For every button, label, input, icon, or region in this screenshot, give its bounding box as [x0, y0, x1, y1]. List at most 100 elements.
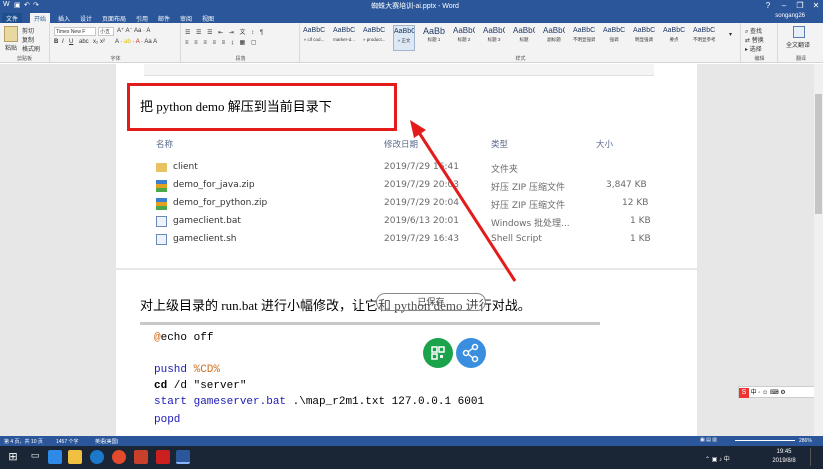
paragraph-label: 段落	[235, 56, 246, 62]
language-status[interactable]: 英语(美国)	[95, 438, 118, 445]
tray-icons[interactable]: ⌃ ▣ ♪ 中	[705, 454, 730, 463]
bold-button[interactable]: B	[54, 39, 58, 45]
clock-date[interactable]: 2019/8/8	[762, 458, 806, 464]
font-size-controls[interactable]: A⁺ A⁻ Aa · A	[117, 27, 150, 34]
style-item-selected[interactable]: AaBbCcI » 正文	[393, 25, 415, 51]
full-translate-button[interactable]: 全文翻译	[786, 40, 810, 49]
start-button[interactable]: ⊞	[6, 450, 20, 464]
style-name: marker-d...	[333, 37, 355, 42]
style-item[interactable]: AaBbC 标题 3	[483, 25, 505, 51]
user-account[interactable]: songang26	[775, 13, 805, 19]
zoom-slider[interactable]	[735, 440, 795, 441]
list-buttons[interactable]: ☰ ☰ ☰ ⇤ ⇥ 文 ↕ ¶	[185, 27, 265, 36]
undo-icon[interactable]: ↶	[24, 1, 30, 9]
style-item[interactable]: AaBbCcI 强调	[603, 25, 625, 51]
select-button[interactable]: ▸ 选择	[745, 44, 762, 53]
chrome-icon[interactable]	[112, 450, 126, 464]
style-item[interactable]: AaBbCcI 要点	[663, 25, 685, 51]
tab-home[interactable]: 开始	[30, 13, 51, 23]
style-item[interactable]: AaBbCcI 不明显参考	[693, 25, 715, 51]
style-preview: AaBbCcI	[573, 27, 595, 34]
restore-button[interactable]: ❐	[792, 0, 808, 12]
scrollbar-thumb[interactable]	[815, 94, 822, 214]
tab-view[interactable]: 视图	[198, 13, 218, 23]
style-item[interactable]: AaBbCcDc » product...	[363, 25, 385, 51]
translate-label: 翻译	[795, 56, 806, 62]
strikethrough-button[interactable]: abc	[79, 39, 89, 45]
word-count[interactable]: 1457 个字	[56, 438, 79, 445]
app-icon[interactable]	[156, 450, 170, 464]
ime-mode-icons: 中 ◦ ☺ ⌨ ⚙	[750, 390, 786, 396]
style-preview: AaBbCcI	[603, 27, 625, 34]
translate-icon[interactable]	[793, 26, 805, 38]
style-item[interactable]: AaBbCcI 明显强调	[633, 25, 655, 51]
underline-button[interactable]: U	[69, 39, 73, 45]
qr-code-button[interactable]	[423, 338, 453, 368]
style-preview: AaBbCcI	[633, 27, 655, 34]
file-explorer-icon[interactable]	[68, 450, 82, 464]
style-name: 标题 2	[457, 37, 471, 42]
style-name: 标题 3	[487, 37, 501, 42]
paragraph-group: ☰ ☰ ☰ ⇤ ⇥ 文 ↕ ¶ ≡ ≡ ≡ ≡ ≡ ↨ ▦ ▢ 段落	[182, 23, 300, 63]
cut-button[interactable]: 剪切	[22, 26, 34, 35]
format-painter-button[interactable]: 格式刷	[22, 44, 40, 53]
browser-icon[interactable]	[90, 450, 104, 464]
powerpoint-icon[interactable]	[134, 450, 148, 464]
style-preview: AaBbC	[453, 26, 475, 35]
minimize-button[interactable]: –	[776, 0, 792, 12]
align-buttons[interactable]: ≡ ≡ ≡ ≡ ≡ ↨ ▦ ▢	[185, 39, 259, 46]
style-item[interactable]: AaBb 标题 1	[423, 25, 445, 51]
zoom-level[interactable]: 286%	[799, 438, 812, 444]
tab-mailings[interactable]: 邮件	[154, 13, 174, 23]
style-preview: AaBbCcDc	[303, 27, 325, 34]
edge-icon[interactable]	[48, 450, 62, 464]
style-item[interactable]: AaBbC 标题	[513, 25, 535, 51]
style-name: » product...	[363, 37, 385, 42]
font-name-select[interactable]: Times New F	[54, 27, 96, 36]
copy-button[interactable]: 复制	[22, 35, 34, 44]
close-button[interactable]: ✕	[808, 0, 823, 12]
style-item[interactable]: AaBbCcDc » cif cod...	[303, 25, 325, 51]
style-name: 要点	[669, 37, 679, 42]
style-item[interactable]: AaBbCcDc marker-d...	[333, 25, 355, 51]
tab-layout[interactable]: 页面布局	[98, 13, 130, 23]
styles-more-icon[interactable]: ▾	[729, 31, 732, 38]
tab-file[interactable]: 文件	[2, 13, 23, 23]
clock-time[interactable]: 19:45	[762, 449, 806, 455]
share-icon	[462, 343, 479, 363]
tab-insert[interactable]: 插入	[54, 13, 74, 23]
style-preview: AaBbC	[513, 26, 535, 35]
view-buttons[interactable]: ▣ ▤ ▥	[700, 437, 717, 443]
notification-icon[interactable]	[810, 448, 820, 466]
page-count[interactable]: 第 4 页，共 10 页	[4, 438, 43, 445]
style-name: 不明显参考	[693, 37, 715, 42]
replace-button[interactable]: ⇄ 替换	[745, 35, 764, 44]
styles-label: 样式	[515, 56, 526, 62]
word-taskbar-icon[interactable]	[176, 450, 190, 464]
style-name: » 正文	[397, 38, 411, 43]
paste-button[interactable]: 粘贴	[5, 43, 17, 52]
tab-references[interactable]: 引用	[132, 13, 152, 23]
task-view-icon[interactable]: ▭	[28, 450, 42, 464]
tab-review[interactable]: 审阅	[176, 13, 196, 23]
document-area[interactable]: 把 python demo 解压到当前目录下 名称 修改日期 类型 大小 cli…	[0, 64, 823, 436]
translate-group: 全文翻译 翻译	[779, 23, 823, 63]
style-item[interactable]: AaBbC 标题 2	[453, 25, 475, 51]
tab-design[interactable]: 设计	[76, 13, 96, 23]
text-effects-button[interactable]: A · ab · A · Aa A	[115, 39, 157, 45]
annotation-arrow	[410, 120, 517, 282]
paste-icon[interactable]	[4, 26, 18, 42]
help-icon[interactable]: ?	[760, 0, 776, 12]
redo-icon[interactable]: ↷	[33, 1, 39, 9]
style-preview: AaBbCcI	[394, 28, 414, 35]
vertical-scrollbar[interactable]	[814, 64, 823, 436]
italic-button[interactable]: I	[62, 39, 64, 45]
save-icon[interactable]: ▣	[14, 1, 21, 9]
style-item[interactable]: AaBbC 副标题	[543, 25, 565, 51]
font-size-select[interactable]: 小五	[98, 27, 114, 36]
subscript-button[interactable]: x₂ x²	[93, 39, 105, 45]
editing-label: 编辑	[754, 56, 765, 62]
style-item[interactable]: AaBbCcI 不明显强调	[573, 25, 595, 51]
ime-toolbar[interactable]: S 中 ◦ ☺ ⌨ ⚙	[738, 386, 818, 398]
share-button[interactable]	[456, 338, 486, 368]
